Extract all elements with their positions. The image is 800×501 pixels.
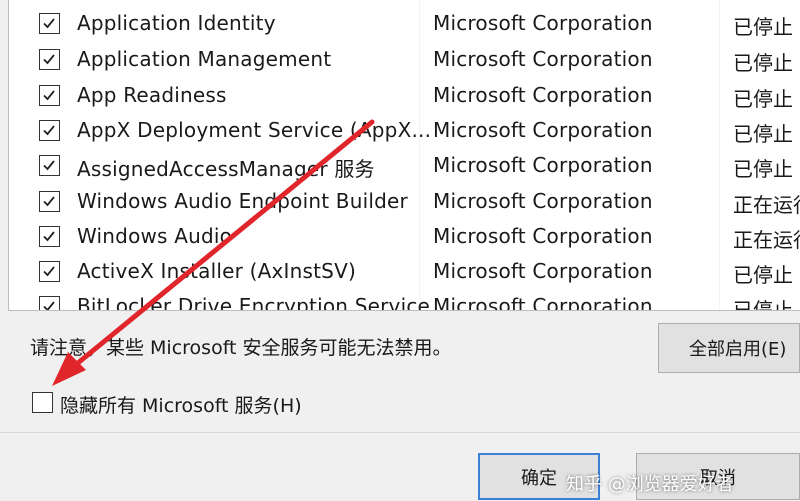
services-list[interactable]: Application Identity Microsoft Corporati… [8, 0, 800, 311]
service-status: 已停止 [733, 263, 793, 287]
service-checkbox[interactable] [39, 85, 60, 106]
service-manufacturer: Microsoft Corporation [433, 294, 653, 311]
service-status: 已停止 [733, 87, 793, 111]
service-status: 已停止 [733, 157, 793, 181]
service-checkbox[interactable] [39, 13, 60, 34]
service-row[interactable]: AssignedAccessManager 服务 Microsoft Corpo… [9, 147, 800, 182]
service-manufacturer: Microsoft Corporation [433, 224, 653, 248]
service-manufacturer: Microsoft Corporation [433, 83, 653, 107]
service-manufacturer: Microsoft Corporation [433, 11, 653, 35]
checkmark-icon [43, 160, 55, 171]
service-status: 正在运行 [733, 228, 800, 252]
checkmark-icon [43, 266, 55, 277]
service-manufacturer: Microsoft Corporation [433, 118, 653, 142]
service-manufacturer: Microsoft Corporation [433, 259, 653, 283]
service-name: Windows Audio [77, 224, 233, 248]
checkmark-icon [43, 231, 55, 242]
service-checkbox[interactable] [39, 296, 60, 310]
service-checkbox[interactable] [39, 261, 60, 282]
service-row[interactable]: BitLocker Drive Encryption Service Micro… [9, 288, 800, 311]
service-row[interactable]: ActiveX Installer (AxInstSV) Microsoft C… [9, 253, 800, 288]
hide-microsoft-services-label[interactable]: 隐藏所有 Microsoft 服务(H) [60, 391, 302, 418]
service-name: Application Identity [77, 11, 276, 35]
service-checkbox[interactable] [39, 120, 60, 141]
checkmark-icon [43, 125, 55, 136]
service-status: 已停止 [733, 51, 793, 75]
service-row[interactable]: Windows Audio Endpoint Builder Microsoft… [9, 183, 800, 218]
checkmark-icon [43, 54, 55, 65]
service-row[interactable]: AppX Deployment Service (AppX... Microso… [9, 112, 800, 147]
service-name: Windows Audio Endpoint Builder [77, 189, 408, 213]
service-name: App Readiness [77, 83, 227, 107]
service-name: ActiveX Installer (AxInstSV) [77, 259, 356, 283]
service-status: 已停止 [733, 122, 793, 146]
service-status: 已停止 [733, 15, 793, 39]
enable-all-button[interactable]: 全部启用(E) [658, 323, 800, 373]
service-row[interactable]: Application Identity Microsoft Corporati… [9, 5, 800, 40]
service-checkbox[interactable] [39, 191, 60, 212]
service-row[interactable]: Windows Audio Microsoft Corporation 正在运行 [9, 218, 800, 253]
service-manufacturer: Microsoft Corporation [433, 47, 653, 71]
service-checkbox[interactable] [39, 226, 60, 247]
service-checkbox[interactable] [39, 155, 60, 176]
checkmark-icon [43, 196, 55, 207]
service-status: 已停止 [733, 298, 793, 311]
checkmark-icon [43, 301, 55, 310]
service-name: AssignedAccessManager 服务 [77, 157, 375, 181]
security-notice: 请注意，某些 Microsoft 安全服务可能无法禁用。 [30, 337, 452, 359]
service-name: Application Management [77, 47, 332, 71]
checkmark-icon [43, 90, 55, 101]
service-name: BitLocker Drive Encryption Service [77, 294, 431, 311]
service-name: AppX Deployment Service (AppX... [77, 118, 432, 142]
checkmark-icon [43, 18, 55, 29]
service-row[interactable]: Application Management Microsoft Corpora… [9, 41, 800, 76]
watermark: 知乎 @浏览器爱好者 [566, 474, 734, 495]
service-manufacturer: Microsoft Corporation [433, 153, 653, 177]
service-checkbox[interactable] [39, 49, 60, 70]
service-manufacturer: Microsoft Corporation [433, 189, 653, 213]
hide-microsoft-services-checkbox[interactable] [32, 392, 53, 413]
service-status: 正在运行 [733, 193, 800, 217]
service-row[interactable]: App Readiness Microsoft Corporation 已停止 [9, 77, 800, 112]
